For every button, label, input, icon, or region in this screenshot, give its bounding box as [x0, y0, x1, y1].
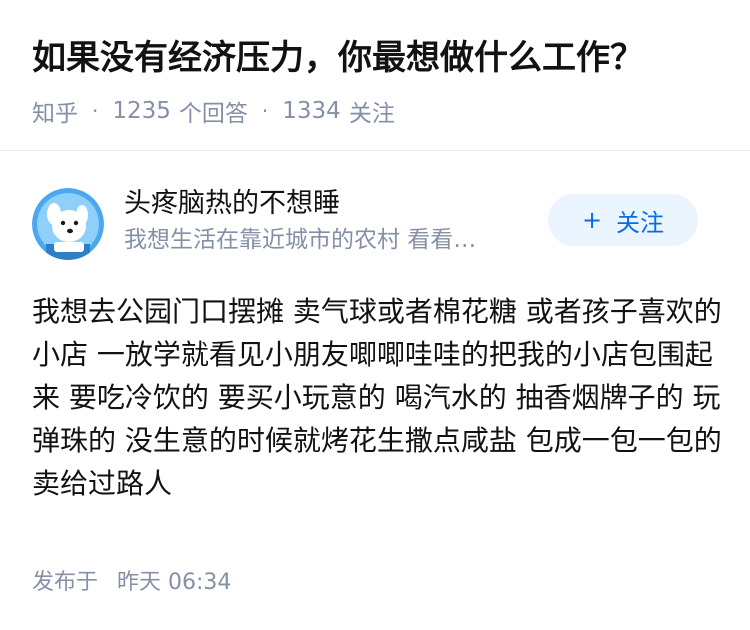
- follow-button-label: 关注: [616, 208, 665, 237]
- author-name[interactable]: 头疼脑热的不想睡: [124, 186, 524, 222]
- published-label: 发布于: [32, 570, 99, 595]
- answer-count: 1235: [112, 98, 171, 124]
- answer-publish-time: 发布于 昨天 06:34: [32, 564, 231, 596]
- dog-avatar-icon[interactable]: [32, 188, 104, 260]
- answer-content[interactable]: 我想去公园门口摆摊 卖气球或者棉花糖 或者孩子喜欢的小店 一放学就看见小朋友唧唧…: [32, 290, 722, 505]
- published-time: 昨天 06:34: [117, 570, 232, 595]
- question-header: 如果没有经济压力，你最想做什么工作？ 知乎 · 1235 个回答 · 1334 …: [32, 36, 722, 128]
- question-meta: 知乎 · 1235 个回答 · 1334 关注: [32, 94, 722, 128]
- author-row: 头疼脑热的不想睡 我想生活在靠近城市的农村 看看… + 关注: [32, 184, 718, 264]
- meta-separator: ·: [261, 99, 269, 123]
- section-divider: [0, 150, 750, 151]
- author-bio: 我想生活在靠近城市的农村 看看…: [124, 227, 477, 253]
- source-label[interactable]: 知乎: [32, 94, 78, 128]
- follow-button[interactable]: + 关注: [548, 194, 698, 246]
- plus-icon: +: [581, 206, 603, 234]
- follower-count: 1334: [282, 98, 341, 124]
- answer-count-label: 个回答: [178, 101, 248, 127]
- author-info: 头疼脑热的不想睡 我想生活在靠近城市的农村 看看…: [124, 186, 524, 256]
- question-title[interactable]: 如果没有经济压力，你最想做什么工作？: [32, 36, 722, 80]
- meta-separator: ·: [92, 99, 99, 123]
- follower-count-label: 关注: [348, 101, 395, 127]
